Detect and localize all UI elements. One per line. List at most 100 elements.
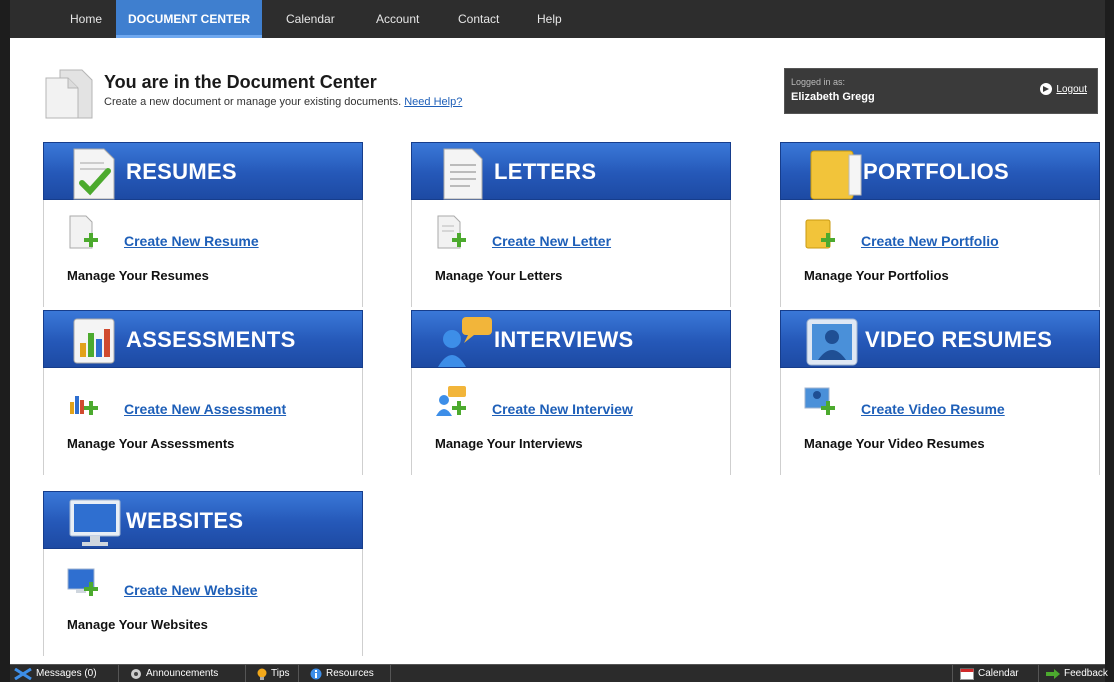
- bottombar-divider: [390, 665, 391, 682]
- top-navigation: Home DOCUMENT CENTER Calendar Account Co…: [10, 0, 1105, 38]
- card-websites: WEBSITES Create New Website Manage Your …: [43, 491, 363, 656]
- portfolio-folder-icon: [805, 147, 862, 201]
- manage-video-resumes-link[interactable]: Manage Your Video Resumes: [804, 436, 985, 451]
- messages-icon: [14, 668, 32, 680]
- create-new-resume-link[interactable]: Create New Resume: [124, 233, 259, 249]
- card-header-portfolios[interactable]: PORTFOLIOS: [780, 142, 1100, 200]
- messages-button[interactable]: Messages (0): [14, 665, 97, 682]
- card-header-resumes[interactable]: RESUMES: [43, 142, 363, 200]
- tips-button[interactable]: Tips: [257, 665, 290, 682]
- card-portfolios: PORTFOLIOS Create New Portfolio Manage Y…: [780, 142, 1100, 307]
- calendar-icon: [960, 668, 974, 680]
- tips-label: Tips: [271, 668, 290, 679]
- create-new-portfolio-link[interactable]: Create New Portfolio: [861, 233, 999, 249]
- logout-label: Logout: [1056, 83, 1087, 95]
- card-body-assessments: Create New Assessment Manage Your Assess…: [43, 368, 363, 475]
- resources-button[interactable]: Resources: [310, 665, 374, 682]
- card-body-websites: Create New Website Manage Your Websites: [43, 549, 363, 656]
- card-body-resumes: Create New Resume Manage Your Resumes: [43, 200, 363, 307]
- card-title: LETTERS: [494, 159, 597, 184]
- manage-assessments-link[interactable]: Manage Your Assessments: [67, 436, 234, 451]
- user-name: Elizabeth Gregg: [791, 91, 875, 103]
- card-assessments: ASSESSMENTS Create New Assessment Manage…: [43, 310, 363, 475]
- logout-button[interactable]: Logout: [1040, 83, 1087, 95]
- calendar-button[interactable]: Calendar: [960, 665, 1019, 682]
- card-header-websites[interactable]: WEBSITES: [43, 491, 363, 549]
- need-help-link[interactable]: Need Help?: [404, 96, 462, 108]
- new-interview-icon: [434, 382, 470, 422]
- bottombar-divider: [952, 665, 953, 682]
- manage-interviews-link[interactable]: Manage Your Interviews: [435, 436, 583, 451]
- card-header-assessments[interactable]: ASSESSMENTS: [43, 310, 363, 368]
- card-body-video-resumes: Create Video Resume Manage Your Video Re…: [780, 368, 1100, 475]
- card-body-interviews: Create New Interview Manage Your Intervi…: [411, 368, 731, 475]
- nav-calendar[interactable]: Calendar: [274, 0, 347, 38]
- new-website-icon: [66, 563, 102, 603]
- info-icon: [310, 668, 322, 680]
- page-title: You are in the Document Center: [104, 72, 377, 92]
- announcements-button[interactable]: Announcements: [130, 665, 218, 682]
- video-resume-icon: [805, 315, 861, 369]
- new-video-resume-icon: [803, 382, 839, 422]
- manage-resumes-link[interactable]: Manage Your Resumes: [67, 268, 209, 283]
- card-title: RESUMES: [126, 159, 237, 184]
- card-body-portfolios: Create New Portfolio Manage Your Portfol…: [780, 200, 1100, 307]
- card-title: ASSESSMENTS: [126, 327, 296, 352]
- resources-label: Resources: [326, 668, 374, 679]
- bottombar-divider: [118, 665, 119, 682]
- interview-person-icon: [436, 315, 492, 369]
- login-box: Logged in as: Elizabeth Gregg Logout: [784, 68, 1098, 114]
- page-subtitle: Create a new document or manage your exi…: [104, 96, 462, 108]
- card-video-resumes: VIDEO RESUMES Create Video Resume Manage…: [780, 310, 1100, 475]
- feedback-button[interactable]: Feedback: [1046, 665, 1108, 682]
- logged-in-label: Logged in as:: [791, 77, 846, 87]
- card-header-video-resumes[interactable]: VIDEO RESUMES: [780, 310, 1100, 368]
- card-title: WEBSITES: [126, 508, 244, 533]
- logout-icon: [1040, 83, 1053, 95]
- create-new-interview-link[interactable]: Create New Interview: [492, 401, 633, 417]
- announcements-icon: [131, 669, 141, 679]
- window-frame-left: [0, 0, 10, 682]
- calendar-label: Calendar: [978, 668, 1019, 679]
- card-header-letters[interactable]: LETTERS: [411, 142, 731, 200]
- nav-help[interactable]: Help: [525, 0, 574, 38]
- feedback-label: Feedback: [1064, 668, 1108, 679]
- arrow-right-icon: [1046, 669, 1060, 679]
- card-header-interviews[interactable]: INTERVIEWS: [411, 310, 731, 368]
- card-title: VIDEO RESUMES: [865, 327, 1053, 352]
- nav-document-center[interactable]: DOCUMENT CENTER: [116, 0, 262, 38]
- subtitle-text: Create a new document or manage your exi…: [104, 96, 402, 108]
- nav-home[interactable]: Home: [58, 0, 114, 38]
- nav-contact[interactable]: Contact: [446, 0, 511, 38]
- manage-websites-link[interactable]: Manage Your Websites: [67, 617, 208, 632]
- resume-check-icon: [68, 147, 124, 201]
- create-new-assessment-link[interactable]: Create New Assessment: [124, 401, 286, 417]
- manage-letters-link[interactable]: Manage Your Letters: [435, 268, 562, 283]
- card-title: INTERVIEWS: [494, 327, 634, 352]
- assessment-chart-icon: [68, 315, 124, 369]
- new-resume-icon: [66, 214, 102, 254]
- document-center-icon: [44, 68, 94, 120]
- card-resumes: RESUMES Create New Resume Manage Your Re…: [43, 142, 363, 307]
- website-monitor-icon: [68, 496, 124, 550]
- new-assessment-icon: [66, 382, 102, 422]
- nav-account[interactable]: Account: [364, 0, 431, 38]
- card-letters: LETTERS Create New Letter Manage Your Le…: [411, 142, 731, 307]
- announcements-label: Announcements: [146, 668, 219, 679]
- letter-icon: [436, 147, 492, 201]
- lightbulb-icon: [257, 668, 267, 680]
- bottom-toolbar: Messages (0) Announcements Tips Resource…: [10, 664, 1108, 682]
- window-frame-right: [1105, 0, 1114, 682]
- card-body-letters: Create New Letter Manage Your Letters: [411, 200, 731, 307]
- bottombar-divider: [245, 665, 246, 682]
- create-new-letter-link[interactable]: Create New Letter: [492, 233, 611, 249]
- bottombar-divider: [1038, 665, 1039, 682]
- new-letter-icon: [434, 214, 470, 254]
- card-title: PORTFOLIOS: [863, 159, 1009, 184]
- bottombar-divider: [298, 665, 299, 682]
- card-interviews: INTERVIEWS Create New Interview Manage Y…: [411, 310, 731, 475]
- create-new-website-link[interactable]: Create New Website: [124, 582, 258, 598]
- create-video-resume-link[interactable]: Create Video Resume: [861, 401, 1005, 417]
- manage-portfolios-link[interactable]: Manage Your Portfolios: [804, 268, 949, 283]
- new-portfolio-icon: [803, 214, 839, 254]
